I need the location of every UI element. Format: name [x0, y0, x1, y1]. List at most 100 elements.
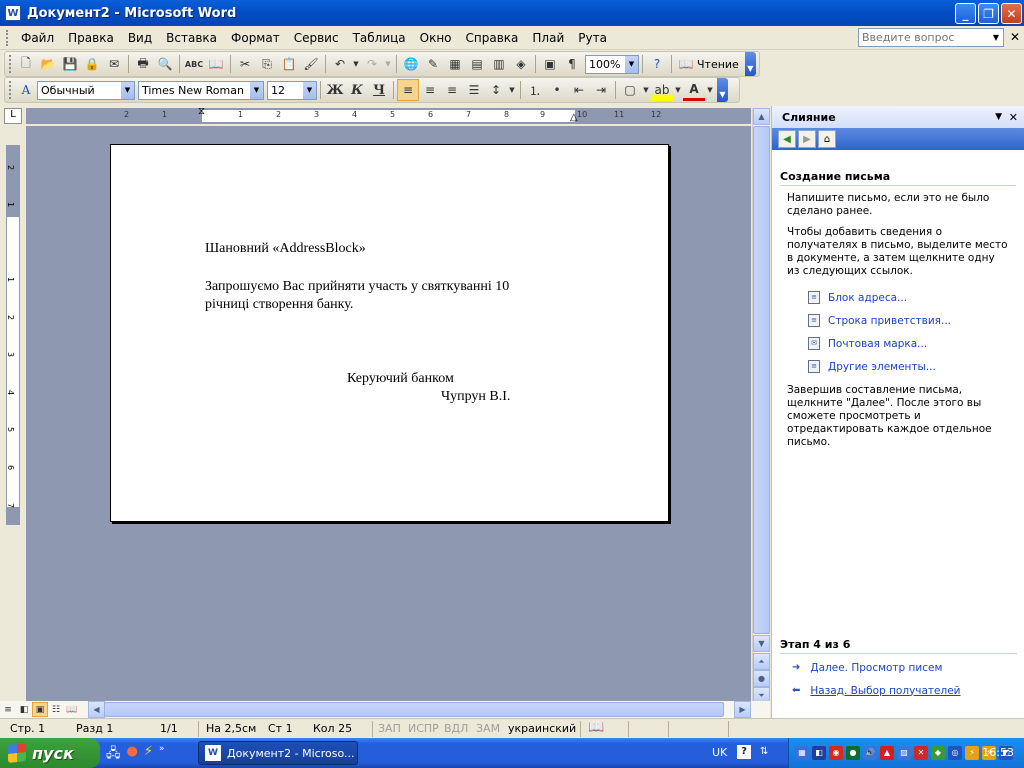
status-overtype[interactable]: ЗАМ: [476, 722, 500, 735]
hyperlink-icon[interactable]: 🌐: [400, 53, 422, 75]
permission-icon[interactable]: 🔒: [81, 53, 103, 75]
borders-icon[interactable]: ▢: [619, 79, 641, 101]
menu-table[interactable]: Таблица: [346, 28, 413, 48]
postage-label[interactable]: Почтовая марка...: [828, 338, 927, 350]
status-track-changes[interactable]: ИСПР: [408, 722, 439, 735]
menu-ruta[interactable]: Рута: [571, 28, 614, 48]
chevron-down-icon[interactable]: ▼: [303, 81, 316, 99]
zoom-dropdown[interactable]: 100% ▼: [585, 54, 639, 74]
greeting-line-label[interactable]: Строка приветствия...: [828, 315, 951, 327]
styles-formatting-icon[interactable]: A: [15, 79, 37, 101]
first-line-indent-marker[interactable]: ⧖: [198, 106, 205, 117]
copy-icon[interactable]: ⎘: [256, 53, 278, 75]
redo-icon[interactable]: ↷: [361, 53, 383, 75]
outline-view-icon[interactable]: ☷: [48, 702, 64, 717]
spelling-status-icon[interactable]: 📖: [588, 720, 604, 735]
signature-name[interactable]: Чупрун В.І.: [441, 389, 510, 405]
insert-table-icon[interactable]: ▦: [444, 53, 466, 75]
horizontal-scroll-thumb[interactable]: [104, 702, 724, 717]
tab-selector-icon[interactable]: L: [4, 108, 22, 124]
chevron-down-icon[interactable]: ▼: [625, 55, 638, 73]
chevron-down-icon[interactable]: ▼: [989, 33, 1003, 42]
font-color-dropdown-icon[interactable]: ▼: [705, 79, 715, 101]
menu-window[interactable]: Окно: [413, 28, 459, 48]
menu-view[interactable]: Вид: [121, 28, 159, 48]
reading-button[interactable]: Чтение: [697, 58, 739, 71]
scroll-left-icon[interactable]: ◀: [88, 701, 105, 718]
italic-button[interactable]: К: [346, 79, 368, 101]
ati-icon[interactable]: ▲: [880, 746, 894, 760]
show-more-icon[interactable]: »: [159, 744, 165, 766]
vertical-scrollbar[interactable]: ▲ ▼ ⏶ ● ⏷: [752, 108, 770, 704]
underline-button[interactable]: Ч: [368, 79, 390, 101]
scroll-down-icon[interactable]: ▼: [753, 635, 770, 652]
paste-icon[interactable]: 📋: [278, 53, 300, 75]
style-dropdown[interactable]: Обычный ▼: [37, 80, 135, 100]
scroll-up-icon[interactable]: ▲: [753, 108, 770, 125]
menu-grip[interactable]: [6, 29, 10, 46]
reading-layout-icon[interactable]: 📖: [64, 702, 80, 717]
tray-app-icon[interactable]: ◉: [829, 746, 843, 760]
body-line[interactable]: Запрошуємо Вас прийняти участь у святкув…: [205, 279, 509, 295]
align-center-icon[interactable]: ≡: [419, 79, 441, 101]
horizontal-ruler[interactable]: 2 1 1 2 3 4 5 6 7 8 9 10 11 12 ⧖ △: [26, 106, 751, 124]
address-block-label[interactable]: Блок адреса...: [828, 292, 907, 304]
redo-dropdown-icon[interactable]: ▼: [383, 53, 393, 75]
email-icon[interactable]: ✉: [103, 53, 125, 75]
task-button-word[interactable]: W Документ2 - Microso...: [198, 741, 358, 765]
toolbar-grip[interactable]: [9, 81, 12, 99]
toolbar-grip[interactable]: [9, 55, 12, 73]
document-map-icon[interactable]: ▣: [539, 53, 561, 75]
drawing-icon[interactable]: ◈: [510, 53, 532, 75]
help-icon[interactable]: ?: [737, 745, 751, 759]
status-language[interactable]: украинский: [508, 722, 576, 735]
line-spacing-dropdown-icon[interactable]: ▼: [507, 79, 517, 101]
new-document-icon[interactable]: 🗋: [15, 53, 37, 75]
document-area[interactable]: Шановний «AddressBlock» Запрошуємо Вас п…: [26, 126, 751, 702]
tray-app-icon[interactable]: ◧: [812, 746, 826, 760]
clock[interactable]: 16:53: [982, 746, 1014, 759]
more-items-link[interactable]: ≡ Другие элементы...: [772, 355, 1024, 378]
start-button[interactable]: пуск: [0, 738, 100, 768]
font-size-dropdown[interactable]: 12 ▼: [267, 80, 317, 100]
align-left-icon[interactable]: ≡: [397, 79, 419, 101]
tray-app-icon[interactable]: ▦: [795, 746, 809, 760]
language-indicator[interactable]: UK: [712, 746, 727, 759]
increase-indent-icon[interactable]: ⇥: [590, 79, 612, 101]
undo-icon[interactable]: ↶: [329, 53, 351, 75]
font-dropdown[interactable]: Times New Roman ▼: [138, 80, 264, 100]
tray-app-icon[interactable]: ⚡: [965, 746, 979, 760]
open-folder-icon[interactable]: 📂: [37, 53, 59, 75]
help-search-input[interactable]: [859, 31, 989, 44]
word-app-icon[interactable]: W: [5, 5, 21, 21]
print-icon[interactable]: 🖶: [132, 53, 154, 75]
save-icon[interactable]: 💾: [59, 53, 81, 75]
highlight-icon[interactable]: ab: [651, 79, 673, 101]
print-layout-icon[interactable]: ▣: [32, 702, 48, 717]
next-step-link[interactable]: ➜ Далее. Просмотр писем: [772, 656, 1024, 679]
web-layout-icon[interactable]: ◧: [16, 702, 32, 717]
vertical-ruler[interactable]: 2 1 1 2 3 4 5 6 7: [6, 145, 20, 525]
tray-app-icon[interactable]: ●: [846, 746, 860, 760]
justify-icon[interactable]: ☰: [463, 79, 485, 101]
close-document-icon[interactable]: ✕: [1010, 30, 1020, 44]
align-right-icon[interactable]: ≡: [441, 79, 463, 101]
browser-icon[interactable]: ●: [127, 744, 138, 766]
restore-button[interactable]: ❐: [978, 3, 999, 24]
reading-icon[interactable]: 📖: [675, 53, 697, 75]
greeting-line[interactable]: Шановний «AddressBlock»: [205, 241, 366, 257]
previous-step-link[interactable]: ⬅ Назад. Выбор получателей: [772, 679, 1024, 702]
print-preview-icon[interactable]: 🔍: [154, 53, 176, 75]
menu-format[interactable]: Формат: [224, 28, 287, 48]
minimize-button[interactable]: _: [955, 3, 976, 24]
vertical-scroll-thumb[interactable]: [753, 126, 770, 634]
menu-tools[interactable]: Сервис: [287, 28, 346, 48]
greeting-line-link[interactable]: ≡ Строка приветствия...: [772, 309, 1024, 332]
close-icon[interactable]: ✕: [1009, 111, 1018, 124]
next-step-label[interactable]: Далее. Просмотр писем: [810, 662, 942, 674]
launch-app-icon[interactable]: ⚡: [144, 744, 153, 766]
menu-help[interactable]: Справка: [459, 28, 526, 48]
network-tray-icon[interactable]: ⇅: [760, 746, 768, 757]
menu-insert[interactable]: Вставка: [159, 28, 224, 48]
bold-button[interactable]: Ж: [324, 79, 346, 101]
